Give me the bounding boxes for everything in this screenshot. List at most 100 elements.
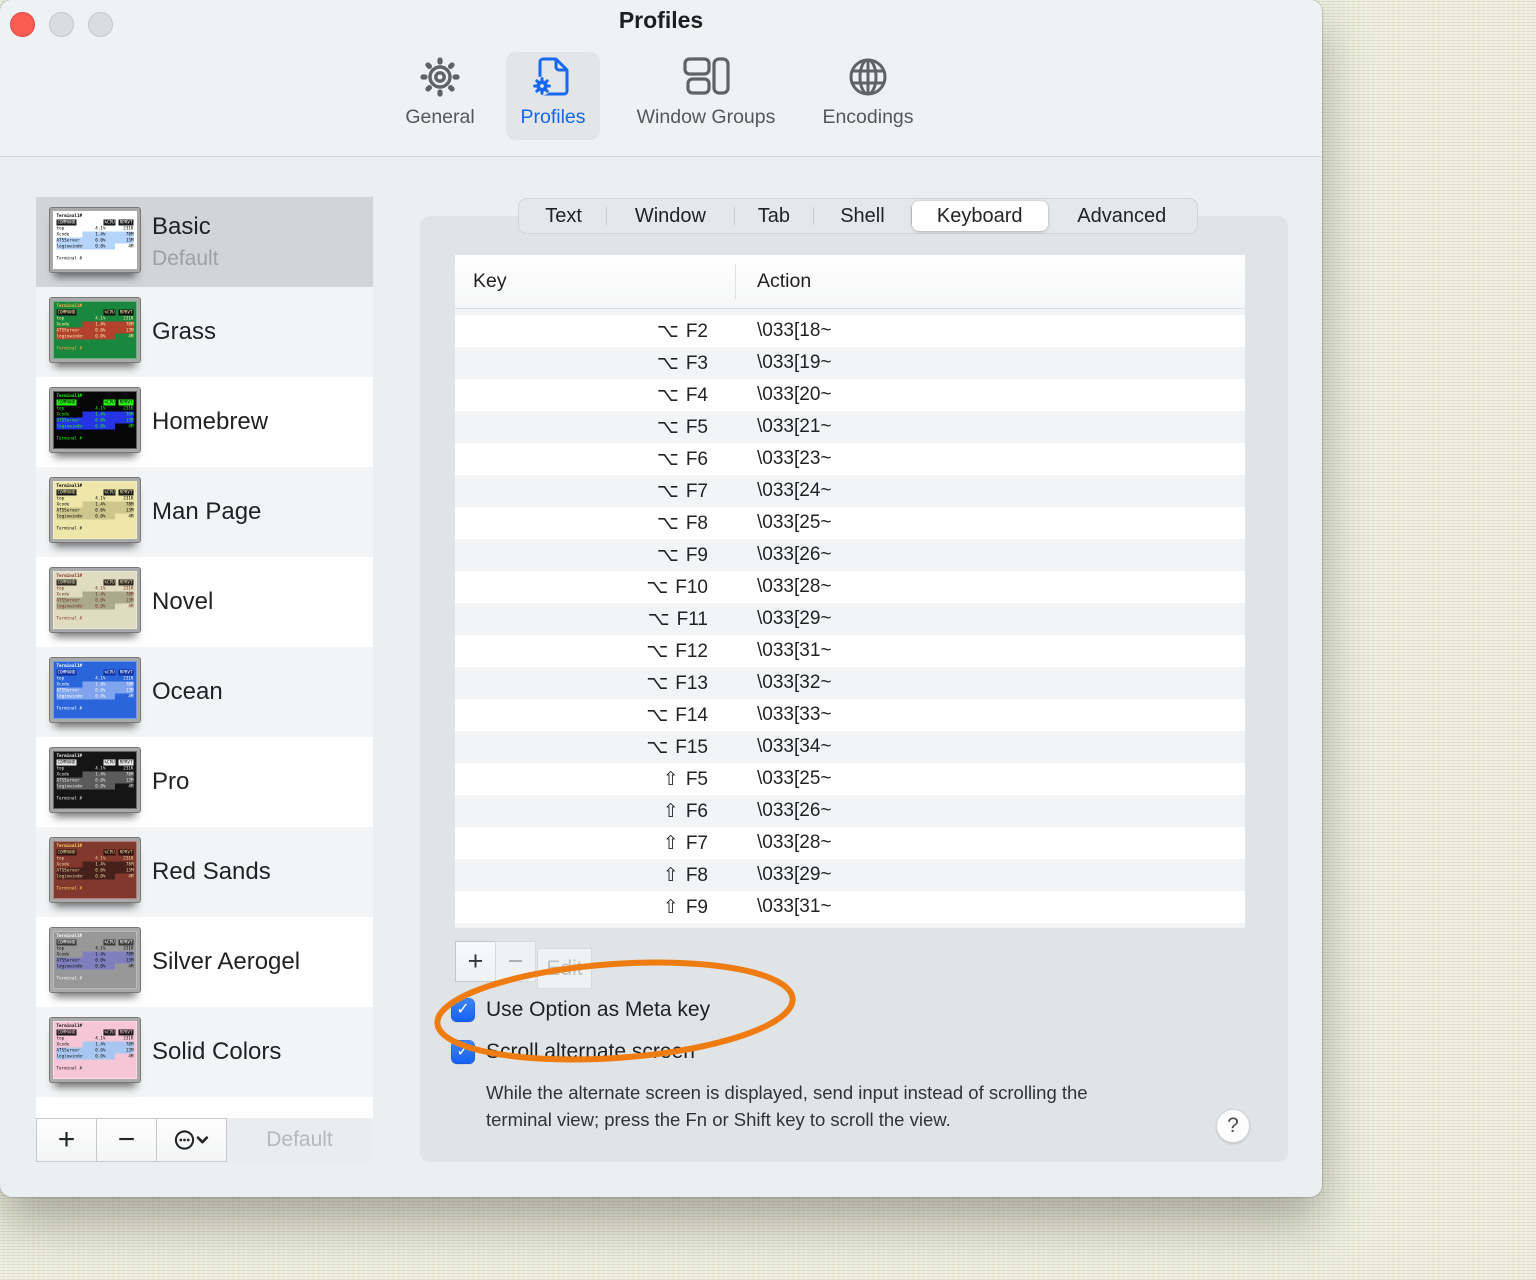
toolbar-item-encodings[interactable]: Encodings — [793, 52, 943, 129]
mini-terminal-prompt: Terminal # — [56, 436, 83, 441]
profile-row-homebrew[interactable]: Terminal1# COMMAND %CPU RPRVT top 4.1% 231K Xco… — [36, 377, 373, 467]
option-key-icon: ⌥ — [656, 448, 679, 470]
desktop: Profiles General Profiles Window Groups … — [0, 0, 1536, 1280]
help-button[interactable]: ? — [1216, 1109, 1250, 1143]
action-cell: \033[29~ — [757, 608, 832, 629]
key-binding-row[interactable]: ⌥ F13 \033[32~ — [455, 667, 1245, 699]
key-binding-row[interactable]: ⇧ F5 \033[25~ — [455, 763, 1245, 795]
mini-terminal-title: Terminal1# — [56, 303, 83, 309]
profile-row-red-sands[interactable]: Terminal1# COMMAND %CPU RPRVT top 4.1% 231K Xco… — [36, 827, 373, 917]
key-binding-row[interactable]: ⌥ F12 \033[31~ — [455, 635, 1245, 667]
mini-terminal: Terminal1# COMMAND %CPU RPRVT top 4.1% 231K Xco… — [53, 841, 137, 899]
column-header-action[interactable]: Action — [757, 255, 811, 308]
key-binding-row[interactable]: ⌥ F15 \033[34~ — [455, 731, 1245, 763]
profile-row-man-page[interactable]: Terminal1# COMMAND %CPU RPRVT top 4.1% 231K Xco… — [36, 467, 373, 557]
tab-keyboard[interactable]: Keyboard — [911, 201, 1048, 231]
mini-terminal-prompt: Terminal # — [56, 526, 83, 531]
tab-text[interactable]: Text — [521, 201, 606, 231]
key-label: F12 — [675, 640, 708, 662]
edit-key-binding-button[interactable]: Edit — [537, 948, 592, 989]
profile-row-silver-aerogel[interactable]: Terminal1# COMMAND %CPU RPRVT top 4.1% 231K Xco… — [36, 917, 373, 1007]
mini-terminal-proc-row: loginwindow 0.0% 4M — [56, 513, 134, 520]
key-binding-row[interactable]: ⌥ F14 \033[33~ — [455, 699, 1245, 731]
key-binding-row[interactable]: ⇧ F6 \033[26~ — [455, 795, 1245, 827]
mini-terminal-title: Terminal1# — [56, 573, 83, 579]
profile-thumbnail: Terminal1# COMMAND %CPU RPRVT top 4.1% 231K Xco… — [50, 658, 140, 722]
checkbox-label: Scroll alternate screen — [486, 1040, 695, 1063]
mini-terminal: Terminal1# COMMAND %CPU RPRVT top 4.1% 231K Xco… — [53, 751, 137, 809]
key-cell: ⌥ F3 — [455, 352, 735, 375]
key-label: F2 — [685, 320, 708, 342]
toolbar-item-profiles[interactable]: Profiles — [478, 52, 628, 129]
key-label: F6 — [685, 800, 708, 822]
profile-thumbnail: Terminal1# COMMAND %CPU RPRVT top 4.1% 231K Xco… — [50, 478, 140, 542]
use-option-as-meta-key-checkbox[interactable]: ✓ — [451, 998, 475, 1022]
key-binding-row[interactable]: ⇧ F8 \033[29~ — [455, 859, 1245, 891]
profile-row-basic[interactable]: Terminal1# COMMAND %CPU RPRVT top 4.1% 231K Xco… — [36, 197, 373, 287]
key-binding-row[interactable]: ⌥ F7 \033[24~ — [455, 475, 1245, 507]
key-binding-row[interactable]: ⌥ F4 \033[20~ — [455, 379, 1245, 411]
mini-terminal-prompt: Terminal # — [56, 346, 83, 351]
mini-terminal-proc-row: loginwindow 0.0% 4M — [56, 423, 134, 430]
set-default-button[interactable]: Default — [227, 1118, 372, 1162]
remove-key-binding-button[interactable]: − — [495, 941, 536, 982]
key-label: F6 — [685, 448, 708, 470]
mini-terminal: Terminal1# COMMAND %CPU RPRVT top 4.1% 231K Xco… — [53, 481, 137, 539]
profile-row-ocean[interactable]: Terminal1# COMMAND %CPU RPRVT top 4.1% 231K Xco… — [36, 647, 373, 737]
option-key-icon: ⌥ — [646, 576, 669, 598]
profile-thumbnail: Terminal1# COMMAND %CPU RPRVT top 4.1% 231K Xco… — [50, 208, 140, 272]
option-key-icon: ⌥ — [656, 480, 679, 502]
key-binding-row[interactable]: ⌥ F10 \033[28~ — [455, 571, 1245, 603]
profile-row-grass[interactable]: Terminal1# COMMAND %CPU RPRVT top 4.1% 231K Xco… — [36, 287, 373, 377]
action-cell: \033[25~ — [757, 512, 832, 533]
scroll-alternate-screen-checkbox[interactable]: ✓ — [451, 1040, 475, 1064]
add-key-binding-button[interactable]: + — [455, 941, 496, 982]
key-binding-row[interactable]: ⌥ F2 \033[18~ — [455, 315, 1245, 347]
option-key-icon: ⌥ — [656, 352, 679, 374]
mini-terminal-title: Terminal1# — [56, 213, 83, 219]
key-binding-row[interactable]: ⌥ F9 \033[26~ — [455, 539, 1245, 571]
profile-thumbnail: Terminal1# COMMAND %CPU RPRVT top 4.1% 231K Xco… — [50, 1018, 140, 1082]
key-binding-row[interactable]: ⌥ F8 \033[25~ — [455, 507, 1245, 539]
profile-row-solid-colors[interactable]: Terminal1# COMMAND %CPU RPRVT top 4.1% 231K Xco… — [36, 1007, 373, 1097]
mini-terminal-prompt: Terminal # — [56, 1066, 83, 1071]
preferences-window: Profiles General Profiles Window Groups … — [0, 0, 1322, 1197]
key-binding-row[interactable]: ⇧ F9 \033[31~ — [455, 891, 1245, 923]
mini-terminal-title: Terminal1# — [56, 393, 83, 399]
profile-name: Pro — [152, 768, 190, 795]
action-cell: \033[23~ — [757, 448, 832, 469]
key-binding-row[interactable]: ⌥ F6 \033[23~ — [455, 443, 1245, 475]
key-binding-row[interactable]: ⌥ F5 \033[21~ — [455, 411, 1245, 443]
remove-profile-button[interactable]: − — [96, 1118, 157, 1162]
mini-terminal-proc-row: loginwindow 0.0% 4M — [56, 873, 134, 880]
partial-row — [455, 923, 1245, 928]
profile-actions-menu-button[interactable] — [156, 1118, 227, 1162]
key-binding-row[interactable]: ⇧ F7 \033[28~ — [455, 827, 1245, 859]
add-profile-button[interactable]: + — [36, 1118, 97, 1162]
shift-key-icon: ⇧ — [662, 864, 679, 886]
key-cell: ⌥ F10 — [455, 576, 735, 599]
option-key-icon: ⌥ — [646, 672, 669, 694]
action-cell: \033[26~ — [757, 544, 832, 565]
shift-key-icon: ⇧ — [662, 800, 679, 822]
key-label: F9 — [685, 896, 708, 918]
key-cell: ⇧ F7 — [455, 832, 735, 855]
key-binding-row[interactable]: ⌥ F11 \033[29~ — [455, 603, 1245, 635]
mini-terminal-title: Terminal1# — [56, 843, 83, 849]
key-binding-row[interactable]: ⌥ F3 \033[19~ — [455, 347, 1245, 379]
tab-advanced[interactable]: Advanced — [1049, 201, 1195, 231]
column-header-key[interactable]: Key — [473, 255, 507, 308]
action-cell: \033[31~ — [757, 896, 832, 917]
profile-row-novel[interactable]: Terminal1# COMMAND %CPU RPRVT top 4.1% 231K Xco… — [36, 557, 373, 647]
tab-shell[interactable]: Shell — [814, 201, 911, 231]
tab-window[interactable]: Window — [607, 201, 734, 231]
option-key-icon: ⌥ — [656, 544, 679, 566]
tab-tab[interactable]: Tab — [735, 201, 813, 231]
checkmark-icon: ✓ — [456, 1043, 470, 1060]
table-rows: ⌥ F2 \033[18~ ⌥ F3 \033[19~ ⌥ F4 \033[20~ ⌥ F5 \033… — [455, 315, 1245, 923]
toolbar-item-window-groups[interactable]: Window Groups — [631, 52, 781, 129]
action-cell: \033[33~ — [757, 704, 832, 725]
profile-row-pro[interactable]: Terminal1# COMMAND %CPU RPRVT top 4.1% 231K Xco… — [36, 737, 373, 827]
option-key-icon: ⌥ — [646, 704, 669, 726]
action-cell: \033[20~ — [757, 384, 832, 405]
